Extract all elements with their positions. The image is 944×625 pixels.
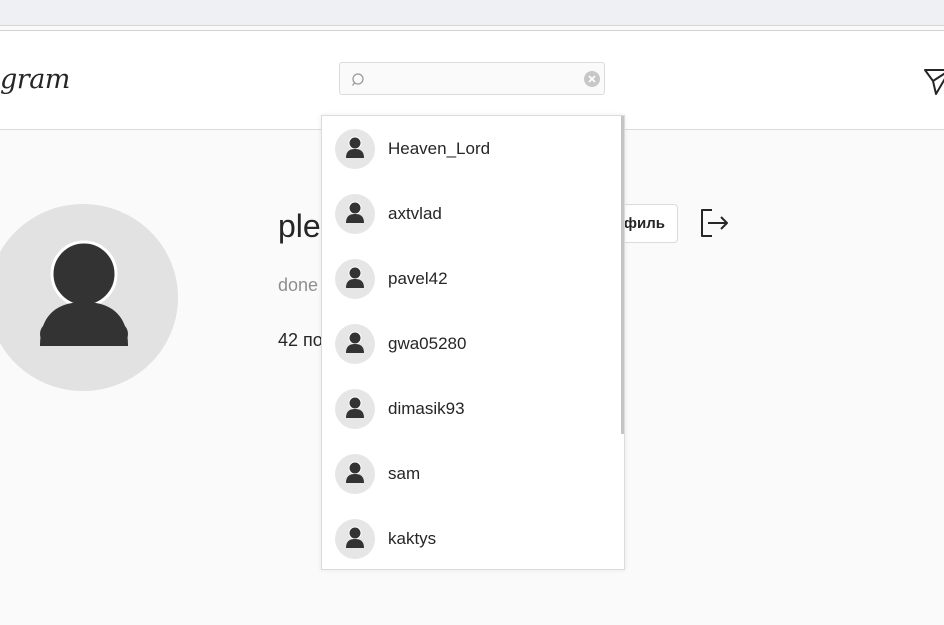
- user-silhouette-icon: [40, 240, 128, 346]
- search-input[interactable]: [376, 69, 576, 89]
- user-avatar-icon: [335, 194, 375, 234]
- user-avatar-icon: [335, 454, 375, 494]
- search-box[interactable]: [339, 62, 605, 95]
- search-results-dropdown: Heaven_Lord axtvlad pavel42 gwa05280 dim…: [321, 115, 625, 570]
- posts-label: по: [303, 330, 323, 350]
- search-result-item[interactable]: sam: [322, 441, 620, 506]
- profile-avatar[interactable]: [0, 204, 178, 391]
- profile-username: ple: [278, 208, 321, 244]
- search-result-username: sam: [388, 464, 421, 483]
- search-result-item[interactable]: kaktys: [322, 506, 620, 569]
- search-result-username: kaktys: [388, 529, 437, 548]
- app-logo[interactable]: gram: [0, 65, 70, 95]
- dropdown-scrollbar[interactable]: [621, 116, 624, 434]
- search-result-item[interactable]: axtvlad: [322, 181, 620, 246]
- user-avatar-icon: [335, 389, 375, 429]
- posts-count: 42: [278, 330, 299, 350]
- user-avatar-icon: [335, 324, 375, 364]
- search-result-username: axtvlad: [388, 204, 442, 223]
- paper-plane-icon[interactable]: [922, 65, 944, 95]
- search-result-item[interactable]: Heaven_Lord: [322, 116, 620, 181]
- search-result-item[interactable]: gwa05280: [322, 311, 620, 376]
- clear-icon[interactable]: [584, 71, 600, 87]
- search-result-username: Heaven_Lord: [388, 139, 491, 158]
- search-result-username: gwa05280: [388, 334, 467, 353]
- search-result-username: pavel42: [388, 269, 448, 288]
- logout-icon[interactable]: [698, 207, 730, 239]
- search-result-username: dimasik93: [388, 399, 465, 418]
- user-avatar-icon: [335, 129, 375, 169]
- profile-bio: done: [278, 275, 319, 295]
- search-icon: [351, 73, 364, 86]
- profile-stats: 42 по: [278, 329, 323, 351]
- user-avatar-icon: [335, 259, 375, 299]
- user-avatar-icon: [335, 519, 375, 559]
- search-result-item[interactable]: dimasik93: [322, 376, 620, 441]
- search-result-item[interactable]: pavel42: [322, 246, 620, 311]
- browser-top-strip: [0, 0, 944, 26]
